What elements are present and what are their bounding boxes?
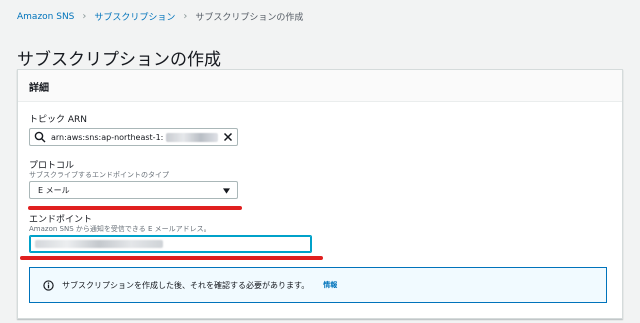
endpoint-input[interactable] bbox=[29, 235, 312, 253]
breadcrumb-amazon-sns[interactable]: Amazon SNS bbox=[17, 12, 74, 22]
protocol-description: サブスクライブするエンドポイントのタイプ bbox=[29, 171, 169, 179]
redacted-email bbox=[35, 240, 163, 248]
annotation-underline-protocol bbox=[28, 206, 242, 210]
chevron-right-icon: › bbox=[82, 11, 87, 22]
details-header: 詳細 bbox=[18, 70, 622, 102]
protocol-selected-value: E メール bbox=[38, 185, 70, 195]
page-title: サブスクリプションの作成 bbox=[17, 50, 221, 71]
info-icon bbox=[43, 279, 54, 291]
annotation-underline-endpoint bbox=[20, 256, 323, 260]
breadcrumb: Amazon SNS › サブスクリプション › サブスクリプションの作成 bbox=[17, 10, 303, 23]
breadcrumb-subscriptions[interactable]: サブスクリプション bbox=[94, 10, 175, 23]
protocol-select[interactable]: E メール bbox=[29, 181, 238, 199]
details-panel: 詳細 トピック ARN arn:aws:sns:ap-northeast-1: … bbox=[17, 69, 623, 319]
info-message: サブスクリプションを作成した後、それを確認する必要があります。 bbox=[62, 280, 310, 290]
redacted-account-id bbox=[166, 132, 219, 142]
search-icon bbox=[34, 131, 46, 143]
info-alert: サブスクリプションを作成した後、それを確認する必要があります。 情報 bbox=[29, 267, 607, 303]
chevron-right-icon: › bbox=[183, 11, 188, 22]
topic-arn-value: arn:aws:sns:ap-northeast-1: bbox=[51, 132, 164, 142]
close-icon[interactable] bbox=[223, 132, 233, 142]
topic-arn-label: トピック ARN bbox=[29, 115, 88, 125]
info-link[interactable]: 情報 bbox=[323, 280, 337, 290]
endpoint-description: Amazon SNS から通知を受信できる E メールアドレス。 bbox=[29, 225, 211, 233]
caret-down-icon bbox=[223, 188, 230, 194]
topic-arn-input[interactable]: arn:aws:sns:ap-northeast-1: bbox=[29, 128, 238, 146]
breadcrumb-current: サブスクリプションの作成 bbox=[195, 13, 304, 23]
